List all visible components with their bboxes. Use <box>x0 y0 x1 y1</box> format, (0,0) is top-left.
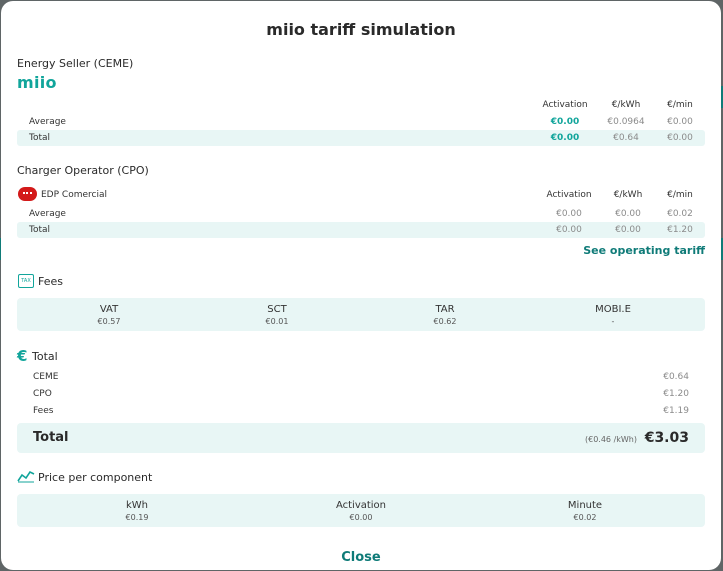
euro-icon: € <box>17 347 28 365</box>
activation-value: €0.00 <box>556 225 582 235</box>
total-line-value: €1.20 <box>663 389 689 399</box>
activation-value: €0.00 <box>550 133 580 143</box>
total-line: CEME €0.64 <box>33 372 689 386</box>
table-row: Average €0.00 €0.00 €0.02 <box>17 206 705 222</box>
grand-total-label: Total <box>33 430 69 445</box>
cpo-header-row: Activation €/kWh €/min <box>17 187 705 203</box>
row-label: Average <box>29 209 66 219</box>
ceme-section-label: Energy Seller (CEME) <box>17 57 134 70</box>
column-header: Activation <box>546 190 592 200</box>
column-header: Activation <box>542 100 588 110</box>
component-value: €0.02 <box>573 513 597 522</box>
grand-total-value: €3.03 <box>644 430 689 446</box>
row-label: Average <box>29 117 66 127</box>
total-line-label: CPO <box>33 389 52 399</box>
fee-tile-mobie: MOBI.E - <box>529 298 697 326</box>
fee-value: €0.57 <box>97 317 121 326</box>
fee-value: €0.01 <box>265 317 289 326</box>
fees-box: VAT €0.57 SCT €0.01 TAR €0.62 MOBI.E - <box>17 298 705 331</box>
table-row: Total €0.00 €0.00 €1.20 <box>17 222 705 238</box>
row-label: Total <box>29 225 51 235</box>
tax-icon: TAX <box>18 274 34 288</box>
close-button[interactable]: Close <box>1 550 721 565</box>
activation-value: €0.00 <box>550 117 580 127</box>
table-row: Total €0.00 €0.64 €0.00 <box>17 130 705 146</box>
activation-value: €0.00 <box>556 209 582 219</box>
column-header: €/kWh <box>611 100 641 110</box>
component-label: Activation <box>335 500 387 511</box>
chart-icon <box>17 470 35 483</box>
fee-value: €0.62 <box>433 317 457 326</box>
total-line-value: €0.64 <box>663 372 689 382</box>
tariff-simulation-dialog: miio tariff simulation Energy Seller (CE… <box>1 1 721 570</box>
kwh-value: €0.00 <box>615 209 641 219</box>
total-line: CPO €1.20 <box>33 389 689 403</box>
column-header: €/kWh <box>613 190 643 200</box>
fee-tile-sct: SCT €0.01 <box>193 298 361 326</box>
see-operating-tariff-link[interactable]: See operating tariff <box>583 244 705 257</box>
column-header: €/min <box>667 100 693 110</box>
min-value: €0.00 <box>667 133 693 143</box>
min-value: €0.02 <box>667 209 693 219</box>
components-box: kWh €0.19 Activation €0.00 Minute €0.02 <box>17 494 705 527</box>
component-value: €0.00 <box>349 513 373 522</box>
fee-tile-tar: TAR €0.62 <box>361 298 529 326</box>
component-value: €0.19 <box>125 513 149 522</box>
fee-value: - <box>611 317 615 326</box>
ceme-header-row: Activation €/kWh €/min <box>17 97 705 113</box>
component-tile-activation: Activation €0.00 <box>249 494 473 522</box>
row-label: Total <box>29 133 51 143</box>
component-label: kWh <box>125 500 149 511</box>
kwh-value: €0.00 <box>615 225 641 235</box>
fees-section-label: Fees <box>38 275 63 288</box>
fee-label: VAT <box>99 304 119 315</box>
kwh-value: €0.64 <box>613 133 639 143</box>
miio-logo: miio <box>17 73 57 92</box>
fee-label: TAR <box>435 304 455 315</box>
component-tile-kwh: kWh €0.19 <box>25 494 249 522</box>
column-header: €/min <box>667 190 693 200</box>
component-tile-minute: Minute €0.02 <box>473 494 697 522</box>
fee-label: MOBI.E <box>595 304 631 315</box>
total-line-label: Fees <box>33 406 54 416</box>
fee-tile-vat: VAT €0.57 <box>25 298 193 326</box>
price-per-kwh: (€0.46 /kWh) <box>585 435 637 444</box>
dialog-title: miio tariff simulation <box>266 20 456 39</box>
table-row: Average €0.00 €0.0964 €0.00 <box>17 114 705 130</box>
min-value: €0.00 <box>667 117 693 127</box>
kwh-value: €0.0964 <box>607 117 645 127</box>
total-line-value: €1.19 <box>663 406 689 416</box>
total-line: Fees €1.19 <box>33 406 689 420</box>
component-label: Minute <box>567 500 603 511</box>
fee-label: SCT <box>267 304 287 315</box>
components-section-label: Price per component <box>38 471 153 484</box>
min-value: €1.20 <box>667 225 693 235</box>
total-line-label: CEME <box>33 372 59 382</box>
grand-total-box: Total (€0.46 /kWh) €3.03 <box>17 423 705 453</box>
total-section-label: Total <box>32 350 58 363</box>
cpo-section-label: Charger Operator (CPO) <box>17 164 149 177</box>
